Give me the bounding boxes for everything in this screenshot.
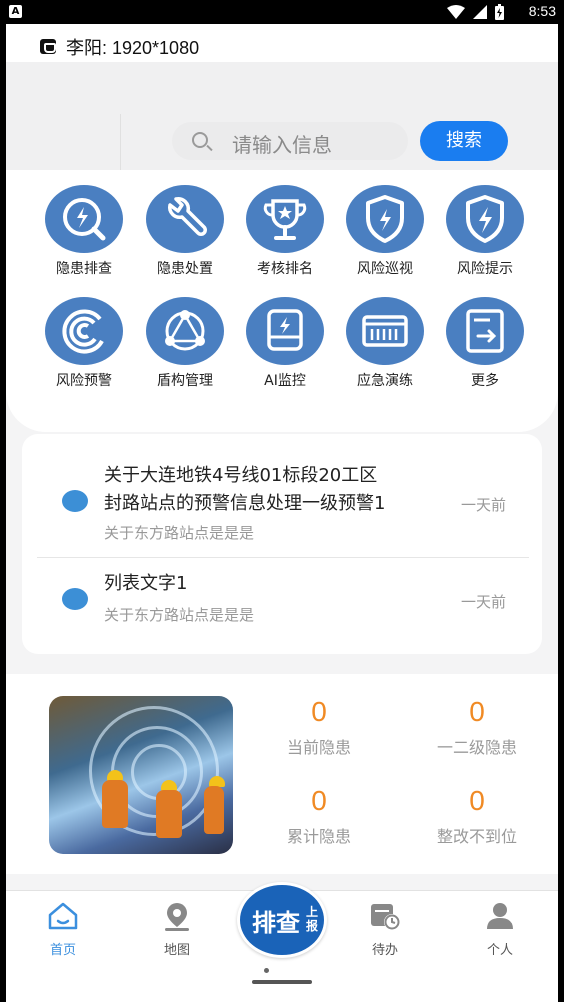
shield-bolt-icon (446, 185, 524, 253)
home-indicator[interactable] (252, 980, 312, 984)
menu-label: AI监控 (264, 373, 306, 389)
report-button-label: 排查 (252, 909, 300, 937)
tunnel-workers-image (49, 696, 233, 854)
wifi-icon (447, 5, 465, 19)
tab-label: 首页 (49, 943, 76, 958)
home-icon (48, 902, 78, 930)
report-button-sublabel: 上报 (306, 905, 319, 933)
stat-total-hazards[interactable]: 0 累计隐患 (254, 785, 384, 847)
warning-ring-icon (45, 297, 123, 365)
news-subtitle: 关于东方路站点是是是 (104, 606, 255, 624)
stat-value: 0 (311, 696, 327, 727)
divider (120, 114, 121, 170)
menu-item-risk-warning[interactable]: 风险预警 (39, 282, 129, 389)
trophy-icon (246, 185, 324, 253)
tab-home[interactable]: 首页 (28, 901, 98, 958)
menu-item-hazard-handle[interactable]: 隐患处置 (140, 170, 230, 277)
page-indicator-dot (264, 968, 269, 973)
page-title: 李阳: 1920*1080 (66, 38, 200, 58)
tab-todo[interactable]: 待办 (350, 901, 420, 958)
menu-item-more[interactable]: 更多 (440, 282, 530, 389)
stat-label: 整改不到位 (436, 827, 517, 846)
menu-label: 应急演练 (357, 373, 413, 389)
news-list: 关于大连地铁4号线01标段20工区 封路站点的预警信息处理一级预警1 关于东方路… (22, 434, 542, 654)
menu-item-ranking[interactable]: 考核排名 (240, 170, 330, 277)
stat-rectification[interactable]: 0 整改不到位 (412, 785, 542, 847)
menu-label: 隐患排查 (56, 261, 112, 277)
tab-profile[interactable]: 个人 (465, 901, 535, 958)
search-area: 请输入信息 搜索 (6, 62, 558, 170)
stat-label: 一二级隐患 (436, 738, 517, 757)
news-title: 列表文字1 (104, 573, 188, 594)
person-icon (487, 903, 513, 929)
monitor-icon (246, 297, 324, 365)
drill-icon (346, 297, 424, 365)
menu-label: 风险预警 (56, 373, 112, 389)
title-bar: 李阳: 1920*1080 (6, 24, 558, 62)
notification-icon (40, 39, 56, 54)
status-bar: A 8:53 (0, 0, 564, 24)
menu-item-risk-tip[interactable]: 风险提示 (440, 170, 530, 277)
stats-panel: 0 当前隐患 0 一二级隐患 0 累计隐患 0 整改不到位 (6, 674, 558, 874)
stat-value: 0 (469, 785, 485, 816)
clock: 8:53 (528, 3, 556, 19)
map-pin-icon (165, 903, 189, 931)
network-icon (146, 297, 224, 365)
stat-label: 当前隐患 (286, 738, 351, 757)
menu-item-ai-monitor[interactable]: AI监控 (240, 282, 330, 389)
more-icon (446, 297, 524, 365)
bullet-dot-icon (62, 490, 88, 512)
news-subtitle: 关于东方路站点是是是 (104, 524, 255, 542)
menu-label: 更多 (471, 373, 499, 389)
menu-grid: 隐患排查 隐患处置 考核排名 风险巡视 风险提示 风险预警 盾构管理 AI监控 … (6, 170, 558, 432)
app-window: 李阳: 1920*1080 请输入信息 搜索 隐患排查 隐患处置 考核排名 风险… (6, 24, 558, 1002)
news-time: 一天前 (460, 496, 506, 514)
bullet-dot-icon (62, 588, 88, 610)
menu-item-emergency-drill[interactable]: 应急演练 (340, 282, 430, 389)
report-button[interactable]: 排查 上报 (237, 882, 327, 958)
search-icon (192, 132, 208, 148)
search-input[interactable]: 请输入信息 (172, 122, 408, 160)
menu-label: 盾构管理 (157, 373, 213, 389)
stat-current-hazards[interactable]: 0 当前隐患 (254, 696, 384, 758)
stat-value: 0 (311, 785, 327, 816)
menu-label: 风险巡视 (357, 261, 413, 277)
tab-map[interactable]: 地图 (142, 901, 212, 958)
hazard-check-icon (45, 185, 123, 253)
signal-icon (473, 5, 487, 19)
news-title: 关于大连地铁4号线01标段20工区 (104, 465, 378, 486)
stat-value: 0 (469, 696, 485, 727)
app-notification-icon: A (9, 5, 22, 18)
menu-item-hazard-check[interactable]: 隐患排查 (39, 170, 129, 277)
search-button[interactable]: 搜索 (420, 121, 508, 161)
wrench-icon (146, 185, 224, 253)
shield-icon (346, 185, 424, 253)
tab-label: 个人 (486, 943, 513, 958)
calendar-clock-icon (371, 904, 400, 930)
stat-level-hazards[interactable]: 0 一二级隐患 (412, 696, 542, 758)
news-title-line2: 封路站点的预警信息处理一级预警1 (104, 493, 386, 514)
news-time: 一天前 (460, 593, 506, 611)
menu-item-shield-tunnel[interactable]: 盾构管理 (140, 282, 230, 389)
system-icons (447, 4, 504, 20)
menu-label: 隐患处置 (157, 261, 213, 277)
divider (37, 557, 529, 558)
stat-label: 累计隐患 (286, 827, 351, 846)
battery-icon (495, 4, 504, 20)
tab-label: 地图 (163, 943, 190, 958)
menu-label: 考核排名 (257, 261, 313, 277)
menu-label: 风险提示 (457, 261, 513, 277)
search-placeholder: 请输入信息 (232, 133, 332, 157)
menu-item-risk-patrol[interactable]: 风险巡视 (340, 170, 430, 277)
tab-label: 待办 (371, 943, 398, 958)
